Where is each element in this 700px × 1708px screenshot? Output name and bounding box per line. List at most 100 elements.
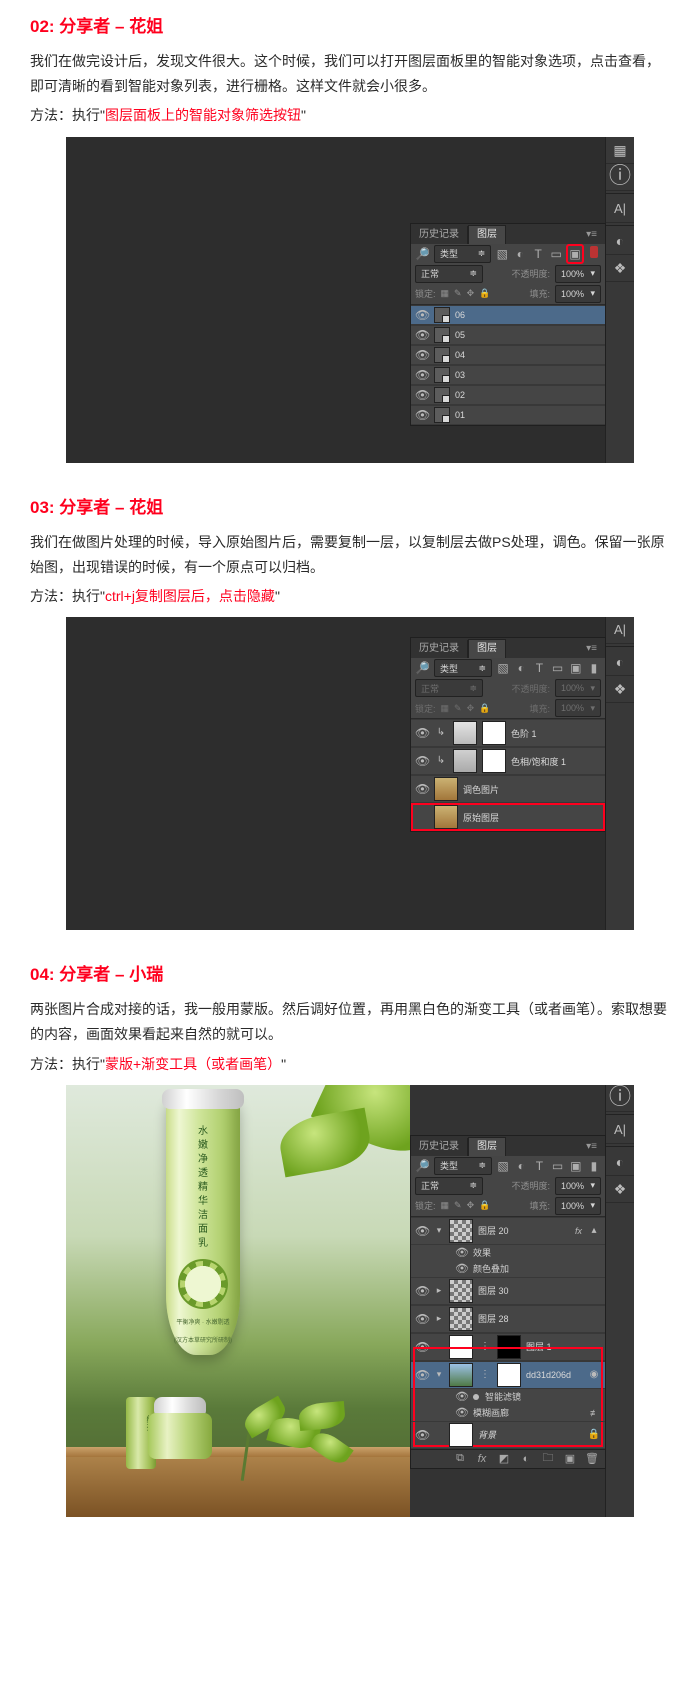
- filter-toggle-icon[interactable]: ▮: [587, 1158, 601, 1174]
- visibility-eye-icon[interactable]: 👁: [415, 368, 429, 382]
- filter-pixel-icon[interactable]: ▧: [496, 1158, 510, 1174]
- layer-item-06[interactable]: 👁06: [411, 305, 605, 325]
- blend-mode-select[interactable]: 正常≑: [415, 265, 483, 283]
- filter-adjust-icon[interactable]: ◐: [514, 1158, 528, 1174]
- filter-type-icon[interactable]: T: [532, 660, 546, 676]
- lock-paint-icon[interactable]: ✎: [454, 1200, 462, 1211]
- visibility-eye-icon[interactable]: 👁: [415, 1340, 429, 1354]
- smart-filters-row[interactable]: 👁智能滤镜: [411, 1389, 605, 1405]
- layer-item-levels[interactable]: 👁 ↳ 色阶 1: [411, 719, 605, 747]
- filter-pixel-icon[interactable]: ▧: [496, 660, 510, 676]
- layer-item-20[interactable]: 👁 ▾ 图层 20 fx ▴: [411, 1217, 605, 1245]
- adjustment-icon[interactable]: ◐: [519, 1453, 533, 1465]
- filter-pixel-icon[interactable]: ▧: [495, 246, 509, 262]
- filter-shape-icon[interactable]: ▭: [549, 246, 563, 262]
- layer-item-original[interactable]: 原始图层: [411, 803, 605, 831]
- lock-trans-icon[interactable]: ▦: [441, 1200, 450, 1211]
- tab-history[interactable]: 历史记录: [411, 1138, 468, 1156]
- visibility-eye-icon[interactable]: 👁: [415, 328, 429, 342]
- fx-icon[interactable]: fx: [475, 1453, 489, 1465]
- panel-menu-icon[interactable]: ▾≡: [578, 640, 605, 658]
- lock-pos-icon[interactable]: ✥: [467, 288, 475, 299]
- expand-arrow-icon[interactable]: ▸: [434, 1313, 444, 1324]
- filter-toggle-icon[interactable]: [587, 246, 601, 262]
- visibility-eye-icon[interactable]: 👁: [415, 1224, 429, 1238]
- filter-kind-select[interactable]: 类型≑: [434, 1157, 492, 1175]
- expand-arrow-icon[interactable]: ▸: [434, 1285, 444, 1296]
- filter-shape-icon[interactable]: ▭: [551, 660, 565, 676]
- panel-menu-icon[interactable]: ▾≡: [578, 1138, 605, 1156]
- filter-type-icon[interactable]: T: [531, 246, 545, 262]
- tab-layers[interactable]: 图层: [468, 1137, 506, 1156]
- group-icon[interactable]: 🗀: [541, 1449, 555, 1468]
- lock-all-icon[interactable]: 🔒: [479, 1200, 490, 1211]
- info-icon[interactable]: ⓘ: [606, 164, 634, 191]
- lock-pos-icon[interactable]: ✥: [467, 1200, 475, 1211]
- link-layers-icon[interactable]: ⧉: [453, 1452, 467, 1465]
- character-icon[interactable]: A|: [606, 617, 634, 644]
- character-icon[interactable]: A|: [606, 1117, 634, 1144]
- panel-menu-icon[interactable]: ▾≡: [578, 226, 605, 244]
- filter-smart-icon[interactable]: ▣: [569, 660, 583, 676]
- trash-icon[interactable]: 🗑: [585, 1452, 599, 1465]
- adjust-icon[interactable]: ◐: [606, 649, 634, 676]
- opacity-value[interactable]: 100%▾: [555, 1177, 601, 1195]
- blur-gallery-row[interactable]: 👁模糊画廊≢: [411, 1405, 605, 1421]
- filter-smart-icon[interactable]: ▣: [569, 1158, 583, 1174]
- layer-item-30[interactable]: 👁 ▸ 图层 30: [411, 1277, 605, 1305]
- blend-mode-select[interactable]: 正常≑: [415, 1177, 483, 1195]
- filter-smart-icon[interactable]: ▣: [567, 245, 583, 263]
- tab-layers[interactable]: 图层: [468, 639, 506, 658]
- expand-arrow-icon[interactable]: ▾: [434, 1369, 444, 1380]
- tab-layers[interactable]: 图层: [468, 225, 506, 244]
- lock-trans-icon[interactable]: ▦: [441, 288, 450, 299]
- color-overlay-row[interactable]: 👁颜色叠加: [411, 1261, 605, 1277]
- visibility-eye-icon[interactable]: 👁: [415, 308, 429, 322]
- layer-item-huesat[interactable]: 👁 ↳ 色相/饱和度 1: [411, 747, 605, 775]
- visibility-eye-icon[interactable]: 👁: [415, 1284, 429, 1298]
- layer-item-1[interactable]: 👁 ▸ ⋮ 图层 1: [411, 1333, 605, 1361]
- tab-history[interactable]: 历史记录: [411, 640, 468, 658]
- character-icon[interactable]: A|: [606, 196, 634, 223]
- filter-adjust-icon[interactable]: ◐: [514, 660, 528, 676]
- opacity-value[interactable]: 100%▾: [555, 265, 601, 283]
- layer-item-04[interactable]: 👁04: [411, 345, 605, 365]
- layers-icon[interactable]: ❖: [606, 255, 634, 282]
- info-icon[interactable]: ⓘ: [606, 1085, 634, 1112]
- fill-value[interactable]: 100%▾: [555, 285, 601, 303]
- visibility-eye-icon[interactable]: 👁: [415, 348, 429, 362]
- visibility-eye-icon[interactable]: 👁: [415, 1368, 429, 1382]
- visibility-eye-hidden-icon[interactable]: [415, 810, 429, 824]
- fill-value[interactable]: 100%▾: [555, 1197, 601, 1215]
- visibility-eye-icon[interactable]: 👁: [415, 782, 429, 796]
- visibility-eye-icon[interactable]: 👁: [415, 1312, 429, 1326]
- tab-history[interactable]: 历史记录: [411, 226, 468, 244]
- filter-kind-select[interactable]: 类型≑: [434, 245, 491, 263]
- fx-toggle-icon[interactable]: ▴: [587, 1224, 601, 1238]
- visibility-eye-icon[interactable]: 👁: [415, 754, 429, 768]
- effects-row[interactable]: 👁效果: [411, 1245, 605, 1261]
- layer-item-tinted[interactable]: 👁 调色图片: [411, 775, 605, 803]
- layer-item-02[interactable]: 👁02: [411, 385, 605, 405]
- filter-type-icon[interactable]: T: [532, 1158, 546, 1174]
- adjust-icon[interactable]: ◐: [606, 1149, 634, 1176]
- layer-item-01[interactable]: 👁01: [411, 405, 605, 425]
- filter-shape-icon[interactable]: ▭: [551, 1158, 565, 1174]
- layer-item-28[interactable]: 👁 ▸ 图层 28: [411, 1305, 605, 1333]
- filter-kind-select[interactable]: 类型≑: [434, 659, 492, 677]
- layers-icon[interactable]: ❖: [606, 1176, 634, 1203]
- layer-item-dd[interactable]: 👁 ▾ ⋮ dd31d206d ◉: [411, 1361, 605, 1389]
- expand-arrow-icon[interactable]: ▾: [434, 1225, 444, 1236]
- lock-paint-icon[interactable]: ✎: [454, 288, 462, 299]
- visibility-eye-icon[interactable]: 👁: [415, 1428, 429, 1442]
- visibility-eye-icon[interactable]: 👁: [415, 726, 429, 740]
- layers-icon[interactable]: ❖: [606, 676, 634, 703]
- lock-all-icon[interactable]: 🔒: [479, 288, 490, 299]
- swatches-icon[interactable]: ▦: [606, 137, 634, 164]
- mask-icon[interactable]: ◩: [497, 1452, 511, 1465]
- visibility-eye-icon[interactable]: 👁: [415, 388, 429, 402]
- adjust-icon[interactable]: ◐: [606, 228, 634, 255]
- layer-item-bg[interactable]: 👁 ▸ 背景 🔒: [411, 1421, 605, 1449]
- layer-item-03[interactable]: 👁03: [411, 365, 605, 385]
- layer-item-05[interactable]: 👁05: [411, 325, 605, 345]
